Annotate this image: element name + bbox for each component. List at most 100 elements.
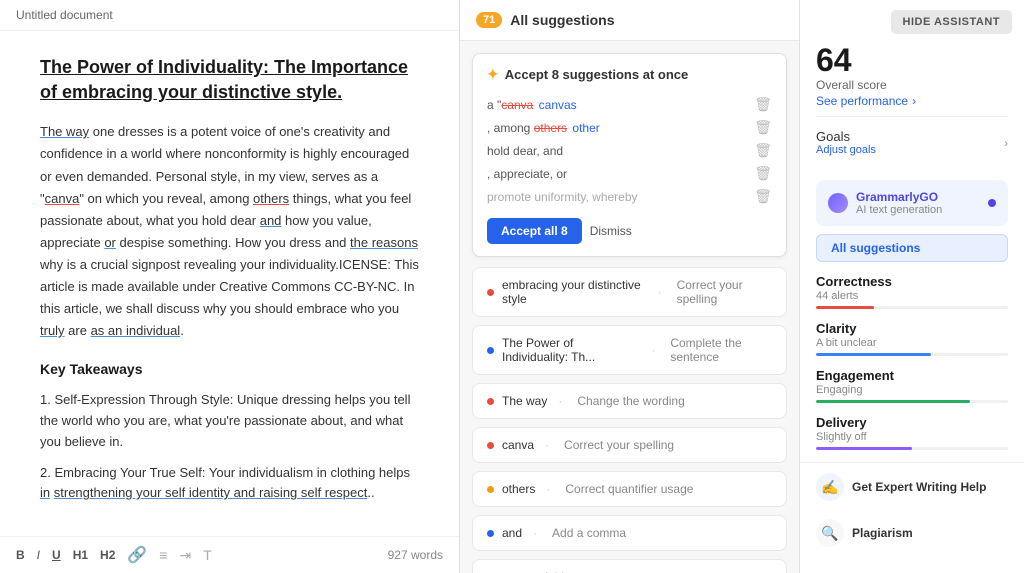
suggestion-row-7[interactable]: or · Add a comma	[472, 559, 787, 573]
h1-btn[interactable]: H1	[73, 548, 88, 562]
metric-bar-correctness	[816, 306, 1008, 309]
expert-writing-row[interactable]: ✍ Get Expert Writing Help	[800, 462, 1024, 511]
metric-detail-delivery: Slightly off	[816, 431, 1008, 443]
plagiarism-label: Plagiarism	[852, 526, 913, 540]
doc-content[interactable]: The Power of Individuality: The Importan…	[0, 31, 459, 536]
dot-blue-2	[487, 347, 494, 354]
document-panel: Untitled document The Power of Individua…	[0, 0, 460, 573]
span-truly: truly	[40, 323, 65, 338]
span-theway: The way	[40, 124, 89, 139]
suggestion-action-6: Add a comma	[552, 526, 626, 540]
trash-icon-1[interactable]: 🗑	[754, 96, 772, 113]
suggestion-row-2[interactable]: The Power of Individuality: Th... · Comp…	[472, 325, 787, 375]
expert-label: Get Expert Writing Help	[852, 480, 986, 494]
metric-detail-clarity: A bit unclear	[816, 337, 1008, 349]
span-and: and	[260, 213, 282, 228]
adjust-goals-link[interactable]: Adjust goals	[816, 144, 876, 156]
metric-name-clarity: Clarity	[816, 321, 1008, 336]
metric-bar-fill-engagement	[816, 400, 970, 403]
suggestion-row-6[interactable]: and · Add a comma	[472, 515, 787, 551]
accept-actions: Accept all 8 Dismiss	[487, 218, 772, 244]
word-count: 927 words	[388, 548, 443, 562]
sparkle-icon: ✦	[487, 66, 499, 83]
metric-engagement: Engagement Engaging	[816, 368, 1008, 403]
suggestion-keyword-6: and	[502, 526, 522, 540]
suggestion-row-4[interactable]: canva · Correct your spelling	[472, 427, 787, 463]
suggestion-action-5: Correct quantifier usage	[565, 482, 693, 496]
toolbar-format-icon[interactable]: T	[203, 547, 212, 563]
key-takeaways-heading: Key Takeaways	[40, 358, 419, 382]
suggestion-action-1: Correct your spelling	[677, 278, 772, 306]
toolbar-list-icon[interactable]: ≡	[159, 547, 167, 563]
doc-heading: The Power of Individuality: The Importan…	[40, 55, 419, 105]
chevron-right-icon: ›	[912, 94, 916, 108]
metric-detail-engagement: Engaging	[816, 384, 1008, 396]
see-performance-link[interactable]: See performance ›	[816, 94, 1008, 108]
metric-bar-delivery	[816, 447, 1008, 450]
metric-bar-clarity	[816, 353, 1008, 356]
metric-detail-correctness: 44 alerts	[816, 290, 1008, 302]
metric-bar-fill-correctness	[816, 306, 874, 309]
doc-footer: B I U H1 H2 🔗 ≡ ⇥ T 927 words	[0, 536, 459, 573]
plagiarism-icon: 🔍	[816, 519, 844, 547]
suggestion-action-3: Change the wording	[577, 394, 684, 408]
dismiss-button[interactable]: Dismiss	[590, 218, 632, 244]
underline-btn[interactable]: U	[52, 548, 61, 562]
trash-icon-3[interactable]: 🗑	[754, 142, 772, 159]
suggestion-row-5[interactable]: others · Correct quantifier usage	[472, 471, 787, 507]
suggestions-list[interactable]: ✦ Accept 8 suggestions at once a "canva …	[460, 41, 799, 573]
goals-row: Goals Adjust goals ›	[816, 125, 1008, 160]
hide-assistant-button[interactable]: HIDE ASSISTANT	[891, 10, 1012, 34]
metric-name-correctness: Correctness	[816, 274, 1008, 289]
accept-item-1: a "canva canvas 🗑	[487, 93, 772, 116]
metric-bar-engagement	[816, 400, 1008, 403]
toolbar-indent-icon[interactable]: ⇥	[179, 547, 191, 564]
goals-label: Goals	[816, 129, 876, 144]
accept-item-2: , among others other 🗑	[487, 116, 772, 139]
accept-box: ✦ Accept 8 suggestions at once a "canva …	[472, 53, 787, 257]
trash-icon-5[interactable]: 🗑	[754, 188, 772, 205]
doc-paragraph-1: The way one dresses is a potent voice of…	[40, 121, 419, 342]
suggestion-keyword-3: The way	[502, 394, 547, 408]
span-asan: as an individual	[91, 323, 181, 338]
trash-icon-4[interactable]: 🗑	[754, 165, 772, 182]
suggestion-keyword-2: The Power of Individuality: Th...	[502, 336, 640, 364]
strikethrough-others: others	[534, 121, 567, 135]
span-canva: canva	[45, 191, 80, 206]
suggestion-row-3[interactable]: The way · Change the wording	[472, 383, 787, 419]
metric-name-engagement: Engagement	[816, 368, 1008, 383]
plagiarism-row[interactable]: 🔍 Plagiarism	[800, 511, 1024, 555]
accept-box-title: Accept 8 suggestions at once	[505, 67, 689, 82]
bold-btn[interactable]: B	[16, 548, 25, 562]
toolbar-link-icon[interactable]: 🔗	[127, 545, 147, 565]
accept-all-button[interactable]: Accept all 8	[487, 218, 582, 244]
metric-bar-fill-clarity	[816, 353, 931, 356]
metric-clarity: Clarity A bit unclear	[816, 321, 1008, 356]
doc-body[interactable]: The way one dresses is a potent voice of…	[40, 121, 419, 504]
score-section: 64 Overall score See performance › Goals…	[800, 44, 1024, 172]
h2-btn[interactable]: H2	[100, 548, 115, 562]
grammarly-go-label: GrammarlyGO	[856, 190, 942, 204]
trash-icon-2[interactable]: 🗑	[754, 119, 772, 136]
accept-item-5: promote uniformity, whereby 🗑	[487, 185, 772, 208]
score-divider	[816, 116, 1008, 117]
metric-delivery: Delivery Slightly off	[816, 415, 1008, 450]
suggestion-row-1[interactable]: embracing your distinctive style · Corre…	[472, 267, 787, 317]
strikethrough-canva: canva	[501, 98, 533, 112]
suggestion-action-4: Correct your spelling	[564, 438, 674, 452]
metric-section: Correctness 44 alerts Clarity A bit uncl…	[800, 274, 1024, 462]
italic-btn[interactable]: I	[37, 548, 40, 562]
span-reasons: the reasons	[350, 235, 418, 250]
suggestions-panel: 71 All suggestions ✦ Accept 8 suggestion…	[460, 0, 800, 573]
expert-icon: ✍	[816, 473, 844, 501]
accept-item-3: hold dear, and 🗑	[487, 139, 772, 162]
dot-orange-5	[487, 486, 494, 493]
suggestion-keyword-4: canva	[502, 438, 534, 452]
score-panel: HIDE ASSISTANT 64 Overall score See perf…	[800, 0, 1024, 573]
suggestion-count-badge: 71	[476, 12, 502, 28]
accept-box-header: ✦ Accept 8 suggestions at once	[487, 66, 772, 83]
suggestions-panel-title: All suggestions	[510, 12, 614, 28]
grammarly-go-box[interactable]: GrammarlyGO AI text generation	[816, 180, 1008, 226]
overall-score-number: 64	[816, 44, 1008, 76]
all-suggestions-tab[interactable]: All suggestions	[816, 234, 1008, 262]
